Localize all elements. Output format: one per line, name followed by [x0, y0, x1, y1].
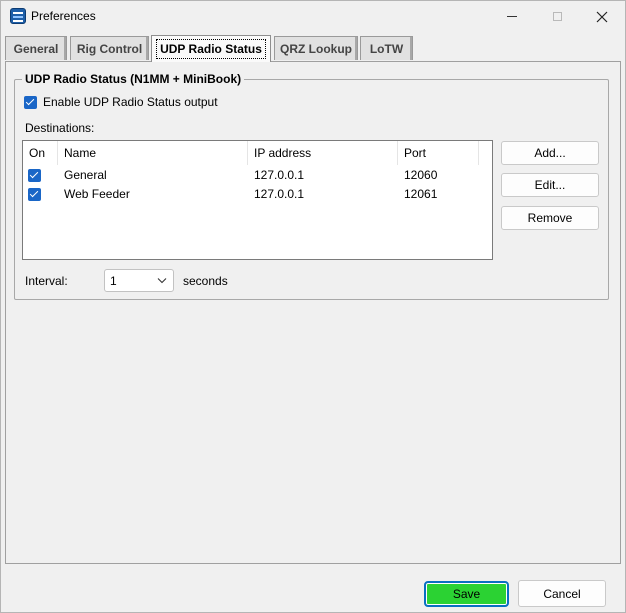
tab-general[interactable]: General: [5, 36, 67, 60]
row-ip: 127.0.0.1: [254, 168, 305, 182]
save-button[interactable]: Save: [424, 581, 509, 607]
enable-udp-checkbox[interactable]: Enable UDP Radio Status output: [24, 95, 218, 109]
row-on-checkbox[interactable]: [23, 185, 58, 204]
row-port: 12061: [404, 187, 438, 201]
preferences-window: Preferences General Rig Control UDP Radi…: [0, 0, 626, 613]
app-icon: [10, 8, 26, 24]
column-header-on[interactable]: On: [23, 141, 58, 165]
column-header-ip[interactable]: IP address: [248, 141, 398, 165]
add-button[interactable]: Add...: [501, 141, 599, 165]
row-on-checkbox[interactable]: [23, 166, 58, 185]
title-bar[interactable]: Preferences: [1, 1, 625, 32]
tab-rig-control[interactable]: Rig Control: [70, 36, 149, 60]
row-ip: 127.0.0.1: [254, 187, 305, 201]
minimize-icon: [507, 16, 517, 17]
row-port: 12060: [404, 168, 438, 182]
edit-button[interactable]: Edit...: [501, 173, 599, 197]
column-header-name[interactable]: Name: [58, 141, 248, 165]
row-name: General: [64, 168, 107, 182]
minimize-button[interactable]: [489, 1, 535, 32]
maximize-icon: [552, 12, 562, 21]
tab-lotw[interactable]: LoTW: [360, 36, 413, 60]
list-header: On Name IP address Port: [23, 141, 492, 165]
interval-value: 1: [110, 274, 117, 288]
column-header-port[interactable]: Port: [398, 141, 479, 165]
remove-button[interactable]: Remove: [501, 206, 599, 230]
enable-udp-label: Enable UDP Radio Status output: [43, 95, 218, 109]
table-row[interactable]: General 127.0.0.1 12060: [23, 166, 492, 185]
cancel-button[interactable]: Cancel: [518, 580, 606, 607]
close-icon: [596, 11, 608, 22]
seconds-label: seconds: [183, 274, 228, 288]
checkbox-checked-icon: [28, 188, 41, 201]
udp-tab-page: UDP Radio Status (N1MM + MiniBook) Enabl…: [5, 61, 621, 564]
tab-qrz-lookup[interactable]: QRZ Lookup: [274, 36, 358, 60]
chevron-down-icon: [157, 278, 167, 284]
close-button[interactable]: [579, 1, 625, 32]
interval-select[interactable]: 1: [104, 269, 174, 292]
group-title: UDP Radio Status (N1MM + MiniBook): [22, 72, 245, 86]
destinations-list[interactable]: On Name IP address Port General 127.0.0.…: [22, 140, 493, 260]
destinations-label: Destinations:: [25, 121, 95, 135]
row-name: Web Feeder: [64, 187, 130, 201]
checkbox-checked-icon: [28, 169, 41, 182]
udp-group-box: UDP Radio Status (N1MM + MiniBook) Enabl…: [14, 72, 609, 300]
interval-label: Interval:: [25, 274, 68, 288]
checkbox-checked-icon: [24, 95, 37, 109]
tab-udp-radio-status[interactable]: UDP Radio Status: [151, 35, 271, 62]
table-row[interactable]: Web Feeder 127.0.0.1 12061: [23, 185, 492, 204]
maximize-button[interactable]: [534, 1, 580, 32]
window-title: Preferences: [31, 9, 96, 23]
